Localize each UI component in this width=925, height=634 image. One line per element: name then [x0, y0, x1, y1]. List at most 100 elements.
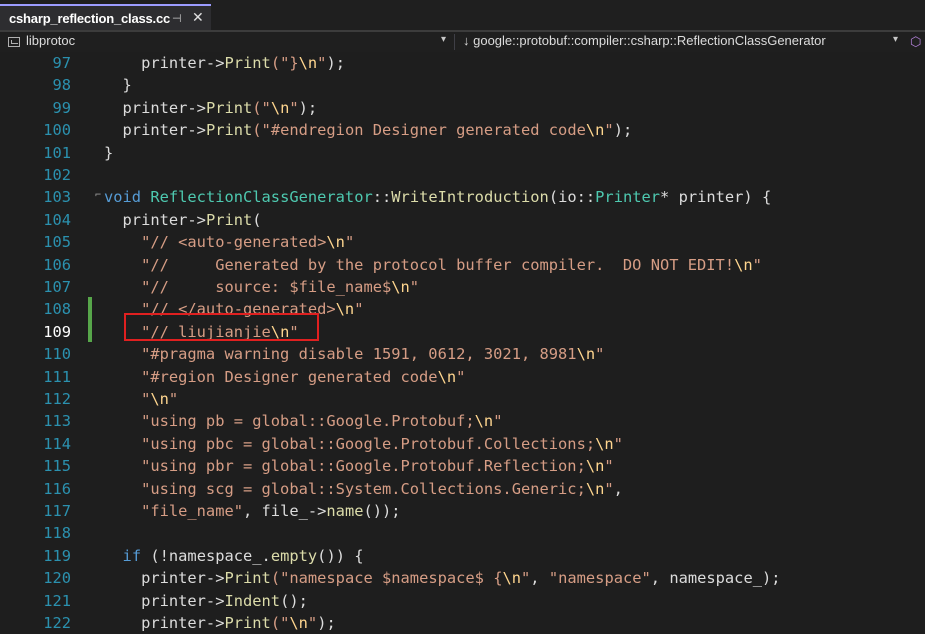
code-line[interactable]: 114 "using pbc = global::Google.Protobuf…	[0, 433, 925, 455]
code-text: "using pbc = global::Google.Protobuf.Col…	[104, 433, 623, 455]
code-line[interactable]: 121 printer->Indent();	[0, 590, 925, 612]
code-line[interactable]: 120 printer->Print("namespace $namespace…	[0, 567, 925, 589]
code-line[interactable]: 119 if (!namespace_.empty()) {	[0, 545, 925, 567]
line-number: 101	[43, 143, 71, 162]
code-token: \n	[474, 412, 494, 431]
code-token: "	[104, 390, 151, 408]
code-line[interactable]: 99 printer->Print("\n");	[0, 97, 925, 119]
code-token: \n	[391, 278, 410, 296]
code-token: Print	[205, 121, 253, 140]
code-text: "using pbr = global::Google.Protobuf.Ref…	[104, 455, 614, 477]
code-token: "	[409, 278, 420, 296]
project-name: libprotoc	[26, 33, 76, 48]
code-line[interactable]: 100 printer->Print("#endregion Designer …	[0, 119, 925, 141]
code-line[interactable]: 102	[0, 164, 925, 186]
code-token: printer->	[104, 569, 225, 588]
code-token: "// <auto-generated>	[104, 233, 327, 252]
code-line[interactable]: 122 printer->Print("\n");	[0, 612, 925, 634]
code-token: "	[521, 569, 531, 588]
code-text: "// <auto-generated>\n"	[104, 231, 354, 253]
code-line[interactable]: 101}	[0, 142, 925, 164]
line-number: 104	[43, 210, 71, 229]
line-number: 110	[43, 345, 71, 364]
code-line[interactable]: 97 printer->Print("}\n");	[0, 52, 925, 74]
pin-icon[interactable]: ⊣	[172, 12, 182, 25]
line-number: 111	[43, 367, 71, 386]
code-token: printer->	[104, 591, 225, 610]
code-text: printer->Print("}\n");	[104, 52, 345, 74]
line-number: 99	[52, 98, 71, 117]
code-token: Printer	[595, 188, 661, 207]
code-text: "file_name", file_->name());	[104, 500, 401, 522]
code-line[interactable]: 104 printer->Print(	[0, 209, 925, 231]
code-text: "// Generated by the protocol buffer com…	[104, 254, 762, 276]
code-token: \n	[734, 255, 753, 274]
code-line[interactable]: 113 "using pb = global::Google.Protobuf;…	[0, 410, 925, 432]
tab-bar: csharp_reflection_class.cc ⊣ ✕	[0, 0, 925, 32]
line-number: 117	[43, 502, 71, 520]
code-line[interactable]: 118	[0, 522, 925, 544]
code-token: "#region Designer generated code	[104, 367, 438, 386]
code-line[interactable]: 98 }	[0, 74, 925, 96]
code-line[interactable]: 107 "// source: $file_name$\n"	[0, 276, 925, 298]
code-token: ReflectionClassGenerator	[150, 188, 373, 207]
code-token: ::	[372, 188, 392, 207]
code-line[interactable]: 103 ⌐ void ReflectionClassGenerator::Write…	[0, 186, 925, 208]
highlight-annotation	[124, 313, 319, 341]
code-token: \n	[335, 300, 355, 319]
code-line[interactable]: 110 "#pragma warning disable 1591, 0612,…	[0, 343, 925, 365]
code-token: "	[289, 98, 299, 117]
line-number: 119	[43, 546, 71, 565]
code-token: "	[595, 345, 605, 364]
code-text: "// source: $file_name$\n"	[104, 276, 419, 298]
code-token: Print	[224, 54, 271, 72]
line-number: 115	[43, 457, 71, 476]
fold-toggle-icon[interactable]: ⌐	[95, 191, 103, 201]
code-line[interactable]: 105 "// <auto-generated>\n"	[0, 231, 925, 253]
code-token: );	[326, 54, 345, 72]
code-token: "	[354, 300, 364, 319]
code-line[interactable]: 117 "file_name", file_->name());	[0, 500, 925, 522]
code-text: "using scg = global::System.Collections.…	[104, 478, 623, 500]
code-token: ("namespace $namespace$ {	[270, 569, 503, 588]
line-number: 98	[52, 76, 71, 95]
code-line[interactable]: 112 "\n"	[0, 388, 925, 410]
line-number: 116	[43, 479, 71, 498]
code-line[interactable]: 111 "#region Designer generated code\n"	[0, 366, 925, 388]
code-token: "#pragma warning disable 1591, 0612, 302…	[104, 345, 577, 364]
line-number: 105	[43, 233, 71, 252]
cube-icon[interactable]: ⬡	[910, 34, 921, 50]
line-number: 103	[43, 188, 71, 207]
code-token: "using scg = global::System.Collections.…	[104, 479, 586, 498]
code-token: ()) {	[317, 546, 364, 565]
code-token: printer->	[104, 210, 206, 229]
code-line[interactable]: 116 "using scg = global::System.Collecti…	[0, 478, 925, 500]
code-token: ());	[363, 502, 401, 520]
code-token: Print	[205, 98, 253, 117]
code-line[interactable]: 106 "// Generated by the protocol buffer…	[0, 254, 925, 276]
scope-chevron-down-icon[interactable]: ▾	[893, 34, 898, 45]
code-token: "namespace"	[548, 569, 651, 588]
code-token: ,	[613, 479, 623, 498]
code-token: \n	[595, 434, 614, 453]
code-token: "	[604, 479, 614, 498]
code-token: "file_name"	[104, 502, 243, 520]
code-token: \n	[270, 98, 290, 117]
project-chevron-down-icon[interactable]: ▾	[441, 34, 446, 45]
code-token: ,	[530, 569, 549, 588]
line-number: 118	[43, 524, 71, 543]
project-dropdown[interactable]: libprotoc	[8, 33, 75, 48]
code-token: , file_->	[243, 502, 327, 520]
scope-dropdown[interactable]: ↓ google::protobuf::compiler::csharp::Re…	[463, 33, 826, 48]
code-token: "	[307, 614, 318, 632]
code-token: , namespace_);	[650, 569, 781, 588]
close-icon[interactable]: ✕	[192, 9, 204, 26]
tab-csharp-reflection-class[interactable]: csharp_reflection_class.cc ⊣ ✕	[0, 4, 211, 30]
line-number: 102	[43, 166, 71, 184]
code-text: "#pragma warning disable 1591, 0612, 302…	[104, 343, 604, 365]
line-number: 107	[43, 278, 71, 296]
code-line[interactable]: 115 "using pbr = global::Google.Protobuf…	[0, 455, 925, 477]
code-token: "using pbc = global::Google.Protobuf.Col…	[104, 434, 596, 453]
line-number: 120	[43, 569, 71, 588]
